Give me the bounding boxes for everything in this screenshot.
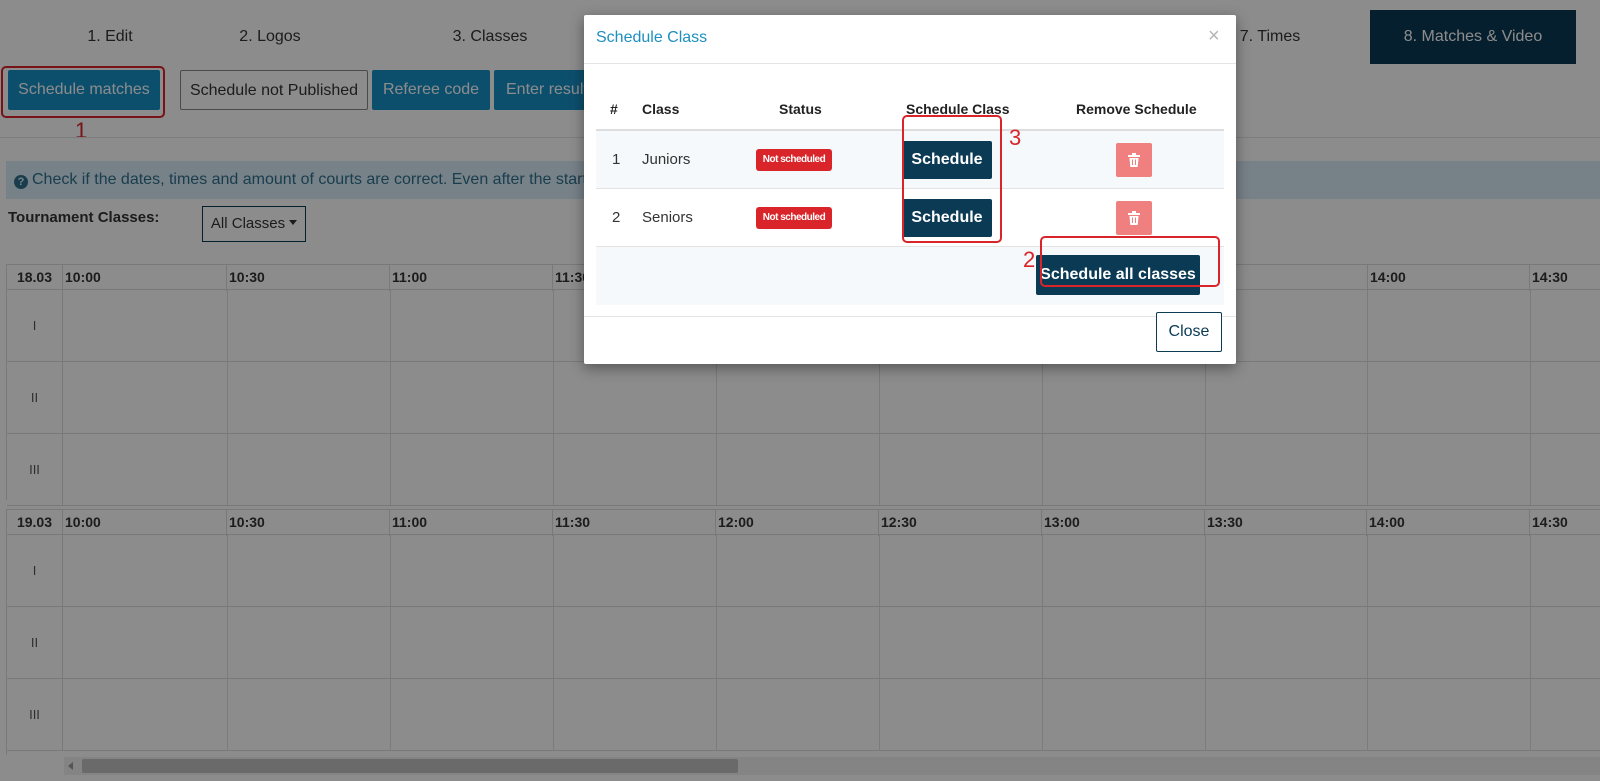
col-header-num: # xyxy=(610,101,618,117)
col-header-remove-schedule: Remove Schedule xyxy=(1076,101,1197,117)
close-icon[interactable]: × xyxy=(1208,25,1220,48)
annotation-2: 2 xyxy=(1023,247,1036,272)
schedule-class-modal: Schedule Class × # Class Status Schedule… xyxy=(584,15,1236,364)
col-header-class: Class xyxy=(642,101,680,117)
status-badge: Not scheduled xyxy=(756,207,832,229)
row-number: 1 xyxy=(612,151,621,168)
highlight-schedule-buttons xyxy=(902,115,1002,243)
modal-header-divider xyxy=(584,63,1236,64)
row-class: Seniors xyxy=(642,209,693,226)
row-number: 2 xyxy=(612,209,621,226)
modal-title: Schedule Class xyxy=(596,29,708,46)
trash-icon xyxy=(1128,153,1140,167)
annotation-3: 3 xyxy=(1009,125,1022,150)
status-badge: Not scheduled xyxy=(756,149,832,171)
remove-schedule-juniors-button[interactable] xyxy=(1116,143,1152,177)
col-header-status: Status xyxy=(779,101,822,117)
trash-icon xyxy=(1128,211,1140,225)
row-class: Juniors xyxy=(642,151,691,168)
close-button[interactable]: Close xyxy=(1156,312,1222,352)
remove-schedule-seniors-button[interactable] xyxy=(1116,201,1152,235)
modal-footer-divider xyxy=(584,316,1236,317)
highlight-schedule-all xyxy=(1040,236,1220,287)
